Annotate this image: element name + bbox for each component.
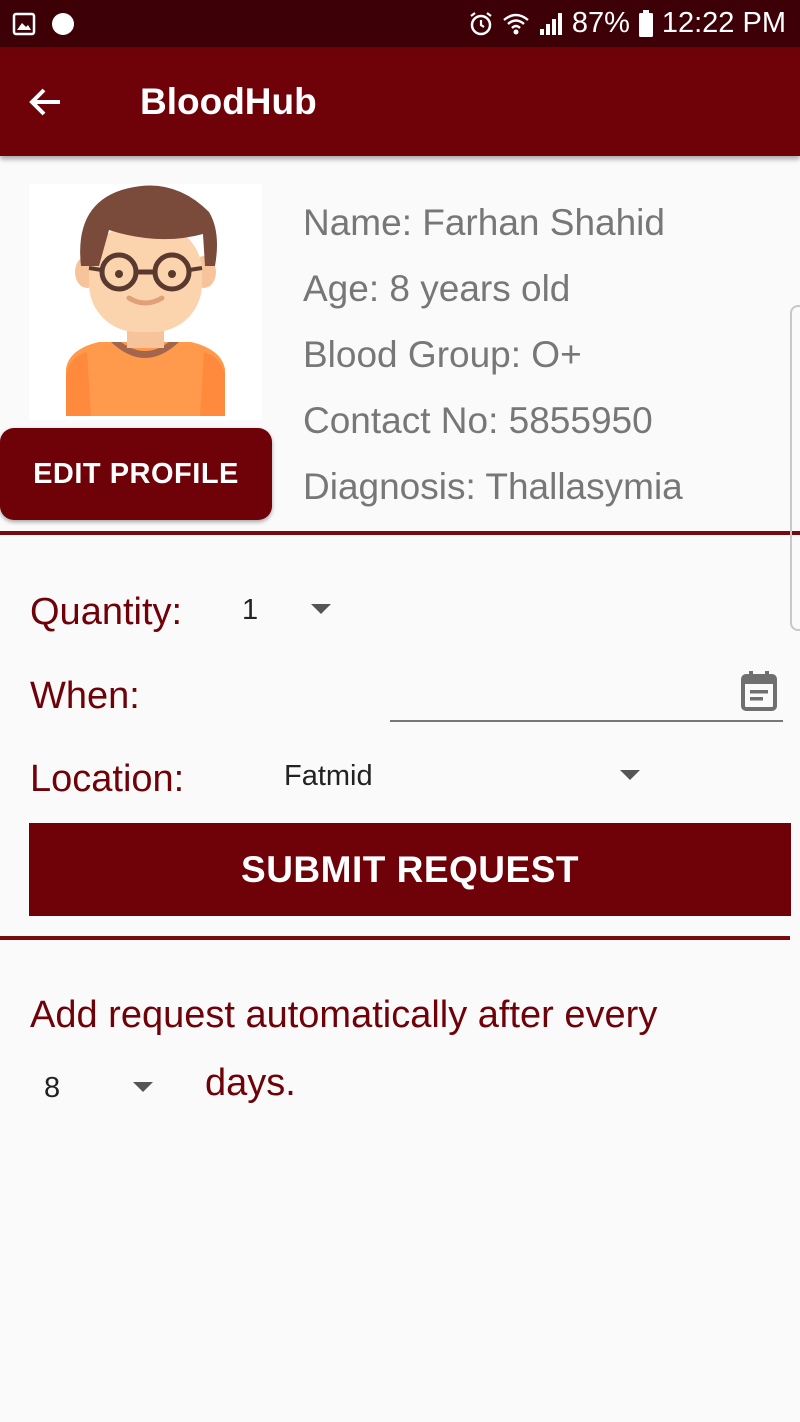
patient-name: Name: Farhan Shahid: [303, 202, 665, 243]
back-button[interactable]: [0, 47, 90, 156]
boy-avatar-icon: [66, 185, 225, 416]
quantity-spinner[interactable]: 1: [225, 582, 355, 640]
date-field[interactable]: [390, 662, 783, 722]
chevron-down-icon: [620, 770, 640, 780]
days-unit-label: days.: [205, 1062, 296, 1104]
status-left: [12, 11, 76, 37]
status-right: 87% 12:22 PM: [468, 7, 786, 40]
alarm-icon: [470, 11, 492, 35]
patient-diagnosis: Diagnosis: Thallasymia: [303, 466, 683, 507]
wifi-icon: [503, 13, 529, 34]
status-time: 12:22 PM: [661, 7, 786, 39]
signal-icon: [539, 12, 562, 35]
status-bar: 87% 12:22 PM: [0, 0, 800, 47]
location-label: Location:: [30, 758, 185, 800]
location-spinner[interactable]: Fatmid: [270, 746, 660, 806]
battery-percent: 87%: [571, 7, 630, 39]
app-bar: BloodHub: [0, 47, 800, 156]
app-title: BloodHub: [140, 80, 317, 122]
location-value: Fatmid: [284, 760, 373, 792]
interval-value: 8: [44, 1072, 61, 1104]
avatar: [29, 184, 262, 420]
quantity-label: Quantity:: [30, 591, 183, 633]
edit-profile-button[interactable]: EDIT PROFILE: [0, 428, 272, 520]
profile-divider: [0, 531, 800, 535]
calendar-icon[interactable]: [740, 670, 778, 712]
when-label: When:: [30, 675, 140, 717]
edge-handle[interactable]: [790, 305, 800, 631]
submit-request-button[interactable]: SUBMIT REQUEST: [29, 823, 791, 916]
quantity-value: 1: [242, 594, 259, 626]
interval-spinner[interactable]: 8: [30, 1058, 170, 1116]
chevron-down-icon: [311, 604, 331, 614]
circle-notification-icon: [52, 12, 74, 35]
image-notification-icon: [12, 12, 36, 35]
patient-age: Age: 8 years old: [303, 268, 571, 309]
chevron-down-icon: [133, 1082, 153, 1092]
patient-blood-group: Blood Group: O+: [303, 334, 582, 375]
patient-contact: Contact No: 5855950: [303, 400, 653, 441]
battery-icon: [638, 9, 653, 37]
arrow-left-icon: [29, 88, 60, 115]
form-divider: [0, 936, 790, 940]
auto-request-text: Add request automatically after every: [30, 994, 658, 1036]
